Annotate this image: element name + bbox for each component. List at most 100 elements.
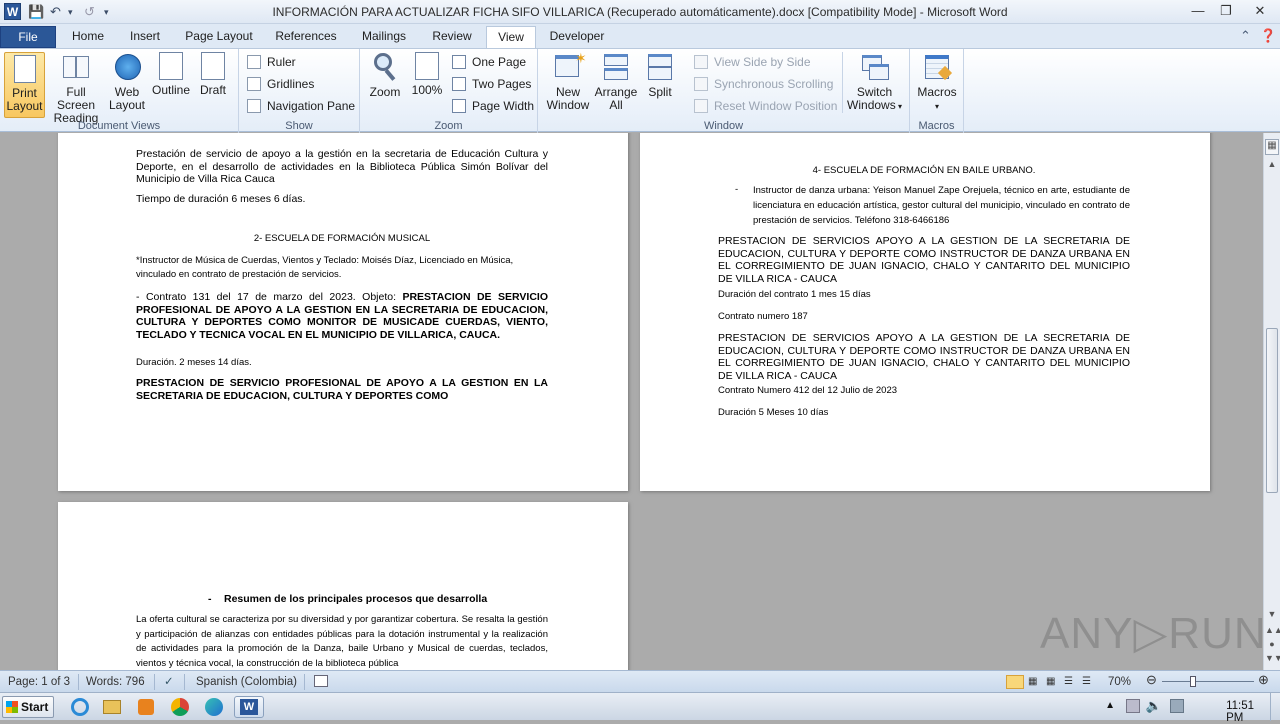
- status-bar: Page: 1 of 3 Words: 796 ✓ Spanish (Colom…: [0, 670, 1280, 692]
- page-width-button[interactable]: Page Width: [452, 96, 534, 116]
- paragraph: Duración 5 Meses 10 días: [718, 407, 829, 418]
- zoom-level[interactable]: 70%: [1108, 675, 1131, 689]
- macro-recording-icon[interactable]: [314, 675, 328, 687]
- new-window-icon: ✶: [553, 51, 587, 82]
- taskbar: Start W ▲ 🔈 11:51 PM: [0, 692, 1280, 724]
- draft-view-icon[interactable]: ☰: [1082, 675, 1091, 689]
- zoom-slider-track[interactable]: [1162, 676, 1254, 687]
- show-desktop-button[interactable]: [1270, 693, 1280, 721]
- ruler-checkbox[interactable]: Ruler: [247, 52, 296, 72]
- tab-page-layout[interactable]: Page Layout: [178, 26, 260, 48]
- windows-logo-icon: [6, 701, 18, 713]
- reset-window-position-button[interactable]: Reset Window Position: [694, 96, 837, 116]
- draft-icon: [201, 52, 225, 80]
- scroll-down-icon[interactable]: ▼: [1265, 609, 1279, 619]
- group-label: Document Views: [77, 120, 161, 132]
- ruler-toggle-icon[interactable]: ▦: [1265, 139, 1279, 155]
- two-pages-button[interactable]: Two Pages: [452, 74, 531, 94]
- page-100-icon: [415, 52, 439, 80]
- macros-icon: [922, 52, 953, 82]
- paragraph: PRESTACION DE SERVICIOS APOYO A LA GESTI…: [718, 332, 1130, 382]
- side-by-side-icon: [694, 55, 708, 69]
- restore-button[interactable]: ❐: [1212, 0, 1240, 22]
- macros-button[interactable]: Macros ▾: [916, 52, 958, 113]
- previous-page-icon[interactable]: ▲▲: [1265, 625, 1280, 635]
- media-player-icon[interactable]: [134, 696, 158, 718]
- document-area[interactable]: Prestación de servicio de apoyo a la ges…: [0, 133, 1263, 670]
- full-screen-reading-button[interactable]: Full Screen Reading: [47, 52, 105, 125]
- internet-explorer-icon[interactable]: [68, 696, 92, 718]
- tab-mailings[interactable]: Mailings: [352, 26, 416, 48]
- page-count[interactable]: Page: 1 of 3: [8, 675, 70, 689]
- next-page-icon[interactable]: ▼▼: [1265, 653, 1280, 663]
- print-layout-view-icon[interactable]: [1006, 675, 1024, 689]
- minimize-ribbon-icon[interactable]: ⌃: [1240, 28, 1251, 44]
- web-layout-view-icon[interactable]: ▦: [1046, 675, 1055, 689]
- tab-home[interactable]: Home: [64, 26, 112, 48]
- group-show: Ruler Gridlines Navigation Pane Show: [239, 49, 360, 133]
- reset-position-icon: [694, 99, 708, 113]
- show-hidden-icons[interactable]: ▲: [1105, 700, 1115, 711]
- group-zoom: Zoom 100% One Page Two Pages Page Width …: [360, 49, 538, 133]
- clock[interactable]: 11:51 PM: [1226, 700, 1254, 724]
- word-count[interactable]: Words: 796: [86, 675, 145, 689]
- zoom-out-icon[interactable]: ⊖: [1146, 673, 1157, 687]
- paragraph: Prestación de servicio de apoyo a la ges…: [136, 148, 548, 185]
- chrome-icon[interactable]: [168, 696, 192, 718]
- tab-view[interactable]: View: [486, 26, 536, 49]
- proofing-icon[interactable]: ✓: [164, 675, 174, 689]
- gridlines-checkbox[interactable]: Gridlines: [247, 74, 314, 94]
- globe-icon: [112, 52, 142, 82]
- new-window-button[interactable]: ✶ New Window: [544, 51, 592, 112]
- tab-review[interactable]: Review: [424, 26, 480, 48]
- file-explorer-icon[interactable]: [100, 696, 124, 718]
- split-button[interactable]: Split: [642, 52, 678, 99]
- vertical-scrollbar[interactable]: ▦ ▲ ▼ ▲▲ ● ▼▼: [1263, 133, 1280, 670]
- switch-windows-button[interactable]: Switch Windows ▾: [842, 52, 906, 113]
- word-taskbar-icon[interactable]: W: [234, 696, 264, 718]
- tab-insert[interactable]: Insert: [120, 26, 170, 48]
- print-layout-button[interactable]: Print Layout: [4, 52, 45, 118]
- tab-file[interactable]: File: [0, 26, 56, 48]
- zoom-in-icon[interactable]: ⊕: [1258, 673, 1269, 687]
- page-2[interactable]: 4- ESCUELA DE FORMACIÓN EN BAILE URBANO.…: [640, 133, 1210, 491]
- volume-icon[interactable]: 🔈: [1146, 698, 1162, 714]
- start-button[interactable]: Start: [2, 696, 54, 718]
- switch-windows-icon: [860, 52, 890, 82]
- navigation-pane-checkbox[interactable]: Navigation Pane: [247, 96, 355, 116]
- zoom-slider-thumb[interactable]: [1189, 676, 1196, 687]
- group-label: Show: [285, 120, 313, 132]
- split-icon: [645, 52, 675, 82]
- select-browse-object-icon[interactable]: ●: [1265, 639, 1279, 649]
- tab-developer[interactable]: Developer: [542, 26, 612, 48]
- scroll-thumb[interactable]: [1266, 328, 1278, 493]
- zoom-button[interactable]: Zoom: [366, 52, 404, 99]
- outline-button[interactable]: Outline: [150, 52, 192, 97]
- outline-icon: [159, 52, 183, 80]
- paragraph: Duración del contrato 1 mes 15 días: [718, 289, 871, 300]
- language-status[interactable]: Spanish (Colombia): [196, 675, 297, 689]
- close-button[interactable]: ✕: [1240, 0, 1280, 22]
- view-side-by-side-button[interactable]: View Side by Side: [694, 52, 811, 72]
- web-layout-button[interactable]: Web Layout: [106, 52, 148, 112]
- page-3[interactable]: - Resumen de los principales procesos qu…: [58, 502, 628, 670]
- page-1[interactable]: Prestación de servicio de apoyo a la ges…: [58, 133, 628, 491]
- help-icon[interactable]: ❓: [1260, 28, 1276, 44]
- one-page-button[interactable]: One Page: [452, 52, 526, 72]
- edge-icon[interactable]: [202, 696, 226, 718]
- book-icon: [61, 52, 91, 82]
- arrange-all-button[interactable]: Arrange All: [594, 52, 638, 112]
- zoom-100-button[interactable]: 100%: [408, 52, 446, 97]
- outline-view-icon[interactable]: ☰: [1064, 675, 1073, 689]
- synchronous-scrolling-button[interactable]: Synchronous Scrolling: [694, 74, 833, 94]
- tab-references[interactable]: References: [268, 26, 344, 48]
- section-heading: 4- ESCUELA DE FORMACIÓN EN BAILE URBANO.: [812, 165, 1036, 176]
- action-center-icon[interactable]: [1170, 699, 1184, 713]
- draft-button[interactable]: Draft: [194, 52, 232, 97]
- full-screen-view-icon[interactable]: ▦: [1028, 675, 1037, 689]
- minimize-button[interactable]: —: [1184, 0, 1212, 22]
- watermark: ANY▷RUN: [1040, 609, 1267, 658]
- network-icon[interactable]: [1126, 699, 1140, 713]
- group-label: Macros: [918, 120, 955, 132]
- scroll-up-icon[interactable]: ▲: [1265, 159, 1279, 169]
